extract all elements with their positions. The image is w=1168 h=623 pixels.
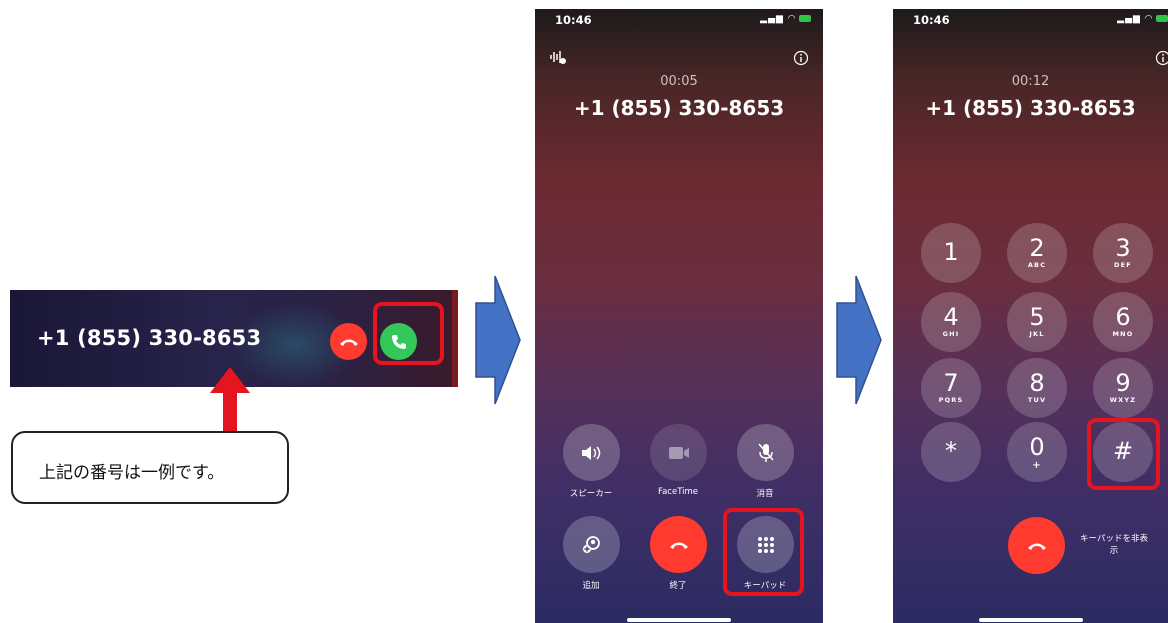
key-star[interactable]: * <box>921 422 981 482</box>
add-call-icon <box>582 535 600 553</box>
phone-decline-icon <box>339 339 358 346</box>
keypad-screen: 10:46 ▂▄▆ ◠ 00:12 +1 (855) 330-8653 1 2A… <box>893 9 1168 623</box>
battery-icon <box>799 15 811 22</box>
facetime-button[interactable] <box>650 424 707 481</box>
keypad-highlight-box <box>723 508 804 596</box>
call-number: +1 (855) 330-8653 <box>925 96 1136 120</box>
key-6[interactable]: 6 MNO <box>1093 292 1153 352</box>
video-camera-icon <box>668 446 689 459</box>
accept-highlight-box <box>373 302 444 365</box>
key-2[interactable]: 2 ABC <box>1007 223 1067 283</box>
speaker-icon <box>581 445 600 460</box>
red-up-arrow <box>210 367 250 433</box>
flow-arrow-2 <box>836 275 882 405</box>
key-7[interactable]: 7 PQRS <box>921 358 981 418</box>
phone-decline-icon <box>669 542 688 549</box>
key-1[interactable]: 1 <box>921 223 981 283</box>
speaker-label: スピーカー <box>569 489 613 499</box>
speaker-button[interactable] <box>563 424 620 481</box>
decline-call-button[interactable] <box>330 323 367 360</box>
facetime-label: FaceTime <box>657 487 699 497</box>
key-0[interactable]: 0 + <box>1007 422 1067 482</box>
waveform-icon[interactable] <box>549 49 567 65</box>
info-icon[interactable] <box>793 50 809 66</box>
status-time: 10:46 <box>913 13 950 27</box>
home-indicator <box>627 618 731 622</box>
phone-decline-icon <box>1027 543 1046 550</box>
end-call-button[interactable] <box>1008 517 1065 574</box>
end-call-label: 終了 <box>669 581 687 591</box>
status-icons: ▂▄▆ ◠ <box>760 14 811 24</box>
key-5[interactable]: 5 JKL <box>1007 292 1067 352</box>
caller-number: +1 (855) 330-8653 <box>37 326 262 350</box>
callout-text: 上記の番号は一例です。 <box>39 463 225 483</box>
add-call-button[interactable] <box>563 516 620 573</box>
battery-icon <box>1156 15 1168 22</box>
status-time: 10:46 <box>555 13 592 27</box>
flow-arrow-1 <box>475 275 521 405</box>
end-call-button[interactable] <box>650 516 707 573</box>
mute-button[interactable] <box>737 424 794 481</box>
key-3[interactable]: 3 DEF <box>1093 223 1153 283</box>
key-8[interactable]: 8 TUV <box>1007 358 1067 418</box>
key-4[interactable]: 4 GHI <box>921 292 981 352</box>
add-call-label: 追加 <box>582 581 600 591</box>
home-indicator <box>979 618 1083 622</box>
example-callout: 上記の番号は一例です。 <box>11 431 289 504</box>
mute-label: 消音 <box>756 489 774 499</box>
call-timer: 00:05 <box>660 74 698 89</box>
mic-slash-icon <box>757 443 774 462</box>
call-number: +1 (855) 330-8653 <box>573 96 785 120</box>
banner-edge <box>452 290 458 387</box>
key-9[interactable]: 9 WXYZ <box>1093 358 1153 418</box>
hide-keypad-button[interactable]: キーパッドを非表示 <box>1077 533 1151 557</box>
status-icons: ▂▄▆ ◠ <box>1117 14 1168 24</box>
info-icon[interactable] <box>1155 50 1168 66</box>
call-timer: 00:12 <box>1011 74 1050 89</box>
hash-key-highlight-box <box>1087 418 1160 490</box>
